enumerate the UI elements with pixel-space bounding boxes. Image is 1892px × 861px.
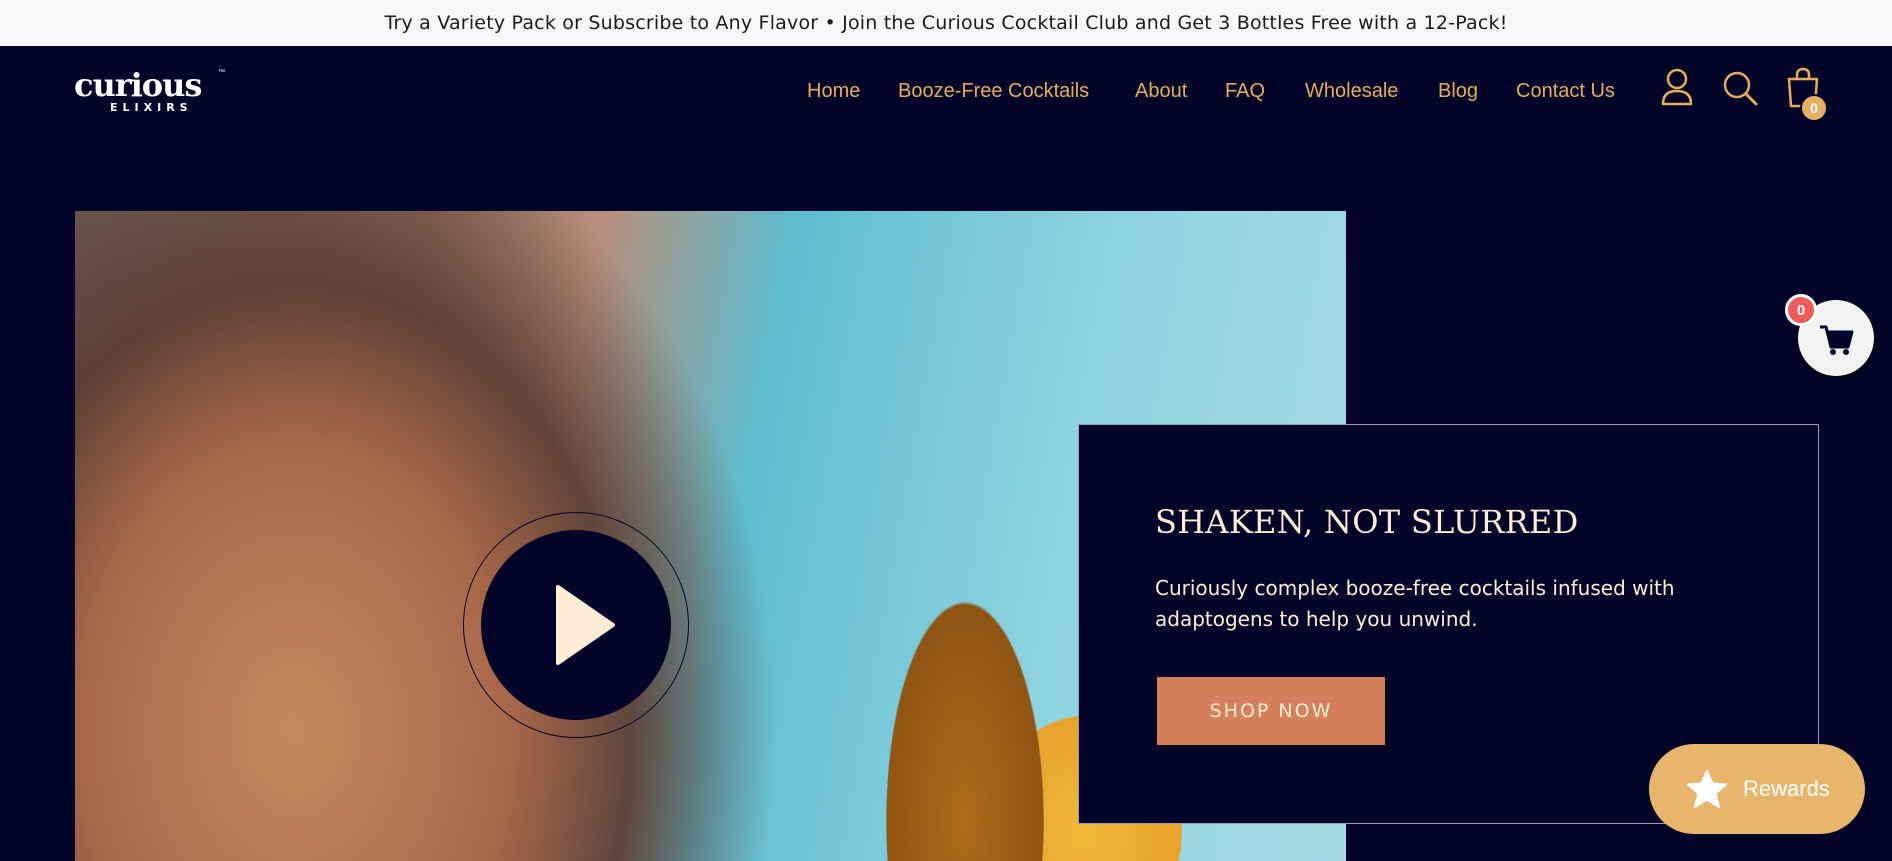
play-video-button[interactable] [481,530,671,720]
star-icon [1687,770,1727,808]
search-icon[interactable] [1722,70,1758,111]
hero-title: SHAKEN, NOT SLURRED [1155,503,1579,541]
hero-description: Curiously complex booze-free cocktails i… [1155,576,1675,631]
rewards-label: Rewards [1743,776,1830,801]
nav-booze-free-cocktails[interactable]: Booze-Free Cocktails [898,80,1089,103]
nav-contact-us[interactable]: Contact Us [1516,80,1615,103]
nav-blog[interactable]: Blog [1438,80,1478,103]
nav-home[interactable]: Home [807,80,860,103]
floating-cart-badge: 0 [1785,294,1817,326]
nav-faq[interactable]: FAQ [1225,80,1265,103]
announcement-bar: Try a Variety Pack or Subscribe to Any F… [0,0,1892,46]
rewards-button[interactable]: Rewards [1649,744,1865,834]
brand-name: curious [74,66,202,104]
play-icon [556,585,615,665]
brand-trademark: ™ [218,69,225,76]
brand-logo[interactable]: curious ™ ELIXIRS [74,66,225,115]
cart-count-badge: 0 [1800,94,1828,122]
account-icon[interactable] [1660,68,1694,111]
site-header: curious ™ ELIXIRS Home Booze-Free Cockta… [0,46,1892,136]
nav-wholesale[interactable]: Wholesale [1305,80,1398,103]
brand-tagline: ELIXIRS [110,101,193,114]
announcement-text: Try a Variety Pack or Subscribe to Any F… [384,12,1508,34]
nav-about[interactable]: About [1135,80,1187,103]
shop-now-button[interactable]: SHOP NOW [1157,677,1385,745]
